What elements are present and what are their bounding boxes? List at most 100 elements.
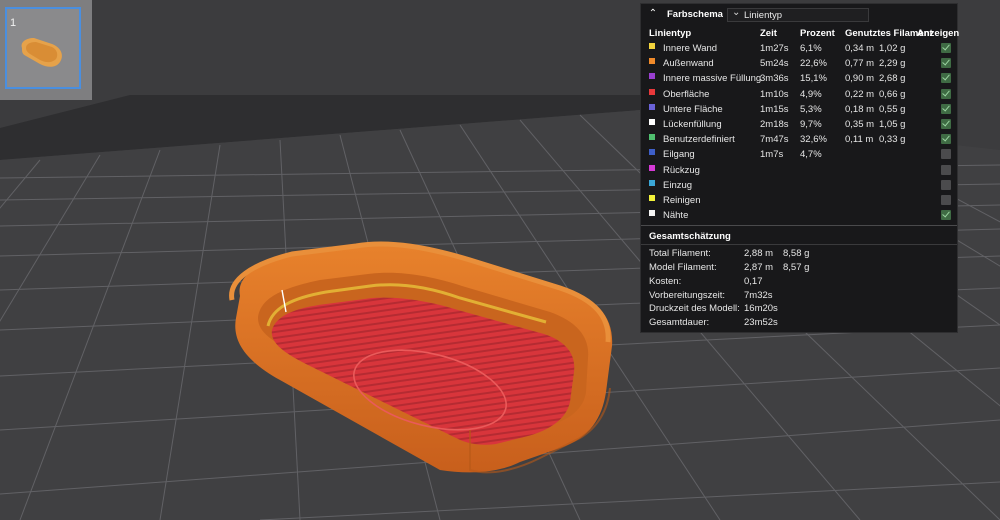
show-checkbox[interactable]: [941, 210, 951, 221]
summary-title: Gesamtschätzung: [649, 231, 731, 243]
line-type-name: Oberfläche: [663, 88, 710, 100]
line-type-length: 0,35 m: [845, 118, 875, 130]
show-checkbox[interactable]: [941, 134, 951, 145]
summary-row: Druckzeit des Modell: 16m20s: [641, 302, 957, 316]
line-type-name: Nähte: [663, 210, 689, 222]
show-checkbox[interactable]: [941, 149, 951, 160]
chevron-down-icon: ⌄: [732, 7, 741, 18]
line-type-time: 2m18s: [760, 118, 789, 130]
legend-row: Einzug: [641, 178, 957, 193]
line-type-percent: 32,6%: [800, 134, 827, 146]
line-type-time: 1m10s: [760, 88, 789, 100]
show-checkbox[interactable]: [941, 88, 951, 99]
color-swatch: [649, 210, 655, 217]
divider: [641, 244, 957, 246]
show-checkbox[interactable]: [941, 103, 951, 114]
summary-label: Total Filament:: [649, 248, 711, 260]
line-type-name: Untere Fläche: [663, 103, 723, 115]
color-swatch: [649, 194, 655, 201]
column-header-show: Anzeigen: [917, 28, 960, 39]
summary-value: 23m52s: [744, 317, 778, 329]
legend-row: Reinigen: [641, 193, 957, 208]
show-checkbox[interactable]: [941, 58, 951, 69]
line-type-length: 0,18 m: [845, 103, 875, 115]
color-scheme-value: Linientyp: [744, 10, 783, 21]
summary-value: 2,87 m: [744, 262, 774, 274]
summary-rows: Total Filament: 2,88 m 8,58 g Model Filamen…: [641, 247, 957, 330]
color-scheme-label: Farbschema: [667, 9, 723, 20]
show-checkbox[interactable]: [941, 73, 951, 84]
line-type-time: 7m47s: [760, 134, 789, 146]
summary-row: Kosten: 0,17: [641, 275, 957, 289]
color-swatch: [649, 179, 655, 186]
line-type-percent: 15,1%: [800, 73, 827, 85]
line-type-time: 1m7s: [760, 149, 784, 161]
plate-model-preview: [21, 38, 62, 67]
summary-label: Vorbereitungszeit:: [649, 289, 726, 301]
summary-value-secondary: 8,58 g: [783, 248, 810, 260]
legend-row: Untere Fläche 1m15s 5,3% 0,18 m 0,55 g: [641, 102, 957, 117]
legend-row: Eilgang 1m7s 4,7%: [641, 147, 957, 162]
line-type-time: 5m24s: [760, 58, 789, 70]
plate-thumbnail-panel: 1: [0, 0, 92, 100]
line-type-name: Reinigen: [663, 194, 701, 206]
color-scheme-dropdown[interactable]: ⌄ Linientyp: [727, 7, 869, 22]
line-type-length: 0,34 m: [845, 43, 875, 54]
legend-row: Rückzug: [641, 163, 957, 178]
summary-label: Gesamtdauer:: [649, 317, 710, 329]
show-checkbox[interactable]: [941, 118, 951, 129]
color-swatch: [649, 73, 655, 80]
collapse-icon[interactable]: ⌃: [647, 8, 659, 20]
show-checkbox[interactable]: [941, 194, 951, 205]
line-type-weight: 0,66 g: [879, 88, 906, 100]
color-swatch: [649, 43, 655, 49]
line-type-time: 1m27s: [760, 43, 789, 54]
summary-value: 16m20s: [744, 303, 778, 315]
line-type-length: 0,77 m: [845, 58, 875, 70]
color-swatch: [649, 164, 655, 171]
line-type-name: Außenwand: [663, 58, 714, 70]
line-type-weight: 1,02 g: [879, 43, 906, 54]
line-type-length: 0,90 m: [845, 73, 875, 85]
line-type-time: 1m15s: [760, 103, 789, 115]
plate-number: 1: [10, 17, 17, 29]
color-swatch: [649, 134, 655, 141]
summary-header: Gesamtschätzung: [641, 226, 957, 244]
color-swatch: [649, 88, 655, 95]
legend-rows: Innere Wand 1m27s 6,1% 0,34 m 1,02 g Außenwan…: [641, 41, 957, 223]
line-type-percent: 4,9%: [800, 88, 822, 100]
color-swatch: [649, 118, 655, 125]
legend-row: Oberfläche 1m10s 4,9% 0,22 m 0,66 g: [641, 87, 957, 102]
summary-value: 0,17: [744, 275, 763, 287]
column-header-time: Zeit: [760, 28, 777, 39]
line-type-percent: 9,7%: [800, 118, 822, 130]
show-checkbox[interactable]: [941, 164, 951, 175]
show-checkbox[interactable]: [941, 179, 951, 190]
legend-row: Lückenfüllung 2m18s 9,7% 0,35 m 1,05 g: [641, 117, 957, 132]
line-type-name: Lückenfüllung: [663, 118, 722, 130]
column-header-type: Linientyp: [649, 28, 692, 39]
summary-value: 7m32s: [744, 289, 773, 301]
summary-row: Total Filament: 2,88 m 8,58 g: [641, 247, 957, 261]
summary-value: 2,88 m: [744, 248, 774, 260]
summary-row: Model Filament: 2,87 m 8,57 g: [641, 261, 957, 275]
legend-column-headers: Linientyp Zeit Prozent Genutztes Filamen…: [641, 26, 960, 41]
line-type-weight: 2,68 g: [879, 73, 906, 85]
summary-label: Druckzeit des Modell:: [649, 303, 740, 315]
line-type-name: Rückzug: [663, 164, 700, 176]
line-type-name: Eilgang: [663, 149, 695, 161]
legend-row: Außenwand 5m24s 22,6% 0,77 m 2,29 g: [641, 56, 957, 71]
color-swatch: [649, 58, 655, 65]
line-type-percent: 4,7%: [800, 149, 822, 161]
show-checkbox[interactable]: [941, 43, 951, 53]
line-type-weight: 2,29 g: [879, 58, 906, 70]
line-type-weight: 0,33 g: [879, 134, 906, 146]
line-type-time: 3m36s: [760, 73, 789, 85]
line-type-weight: 1,05 g: [879, 118, 906, 130]
summary-value-secondary: 8,57 g: [783, 262, 810, 274]
line-type-percent: 5,3%: [800, 103, 822, 115]
legend-row: Benutzerdefiniert 7m47s 32,6% 0,11 m 0,33 g: [641, 132, 957, 147]
summary-label: Model Filament:: [649, 262, 717, 274]
line-type-name: Einzug: [663, 179, 693, 191]
summary-row: Gesamtdauer: 23m52s: [641, 316, 957, 330]
